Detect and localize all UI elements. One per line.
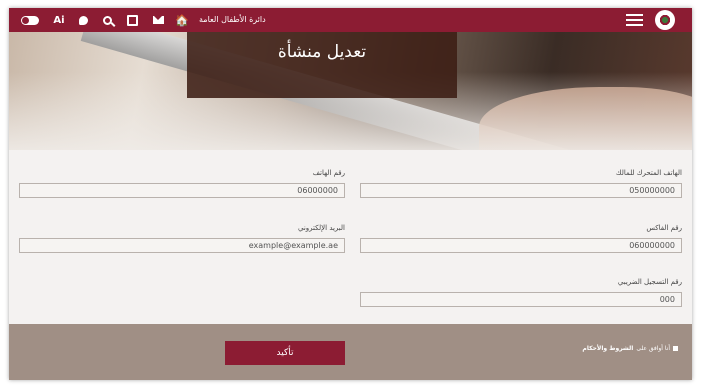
mail-icon[interactable] bbox=[150, 8, 166, 32]
terms-link[interactable]: الشروط والأحكام bbox=[582, 345, 633, 352]
email-input[interactable] bbox=[19, 238, 345, 253]
edit-facility-form: الهاتف المتحرك للمالك رقم الهاتف رقم الف… bbox=[9, 150, 692, 326]
search-icon[interactable] bbox=[99, 8, 115, 32]
app-frame: Ai 🏠 دائرة الأطفال العامة تعديل منشأة ال… bbox=[9, 8, 692, 380]
tax-label: رقم التسجيل الضريبي bbox=[617, 278, 682, 286]
tax-input[interactable] bbox=[360, 292, 682, 307]
mobile-input[interactable] bbox=[360, 183, 682, 198]
palette-icon[interactable] bbox=[75, 8, 91, 32]
phone-input[interactable] bbox=[19, 183, 345, 198]
confirm-button[interactable]: تأكيد bbox=[225, 341, 345, 365]
contrast-toggle-icon[interactable] bbox=[19, 8, 41, 32]
fax-label: رقم الفاكس bbox=[646, 224, 682, 232]
email-label: البريد الإلكتروني bbox=[298, 224, 345, 232]
page-title-box: تعديل منشأة bbox=[187, 32, 457, 98]
fax-input[interactable] bbox=[360, 238, 682, 253]
mobile-label: الهاتف المتحرك للمالك bbox=[615, 169, 682, 177]
site-title[interactable]: دائرة الأطفال العامة bbox=[199, 8, 266, 32]
form-footer: تأكيد أنا أوافق على الشروط والأحكام bbox=[9, 324, 692, 380]
ai-text-size-icon[interactable]: Ai bbox=[51, 8, 67, 32]
terms-checkbox[interactable] bbox=[673, 346, 678, 351]
terms-agreement: أنا أوافق على الشروط والأحكام bbox=[582, 345, 678, 352]
hamburger-menu-icon[interactable] bbox=[623, 8, 645, 32]
top-bar: Ai 🏠 دائرة الأطفال العامة bbox=[9, 8, 692, 32]
phone-label: رقم الهاتف bbox=[312, 169, 345, 177]
home-icon[interactable]: 🏠 bbox=[174, 8, 190, 32]
hero-banner: تعديل منشأة bbox=[9, 32, 692, 150]
logo[interactable] bbox=[655, 10, 675, 30]
page-title: تعديل منشأة bbox=[277, 42, 367, 62]
terms-prefix: أنا أوافق على bbox=[636, 345, 670, 352]
inbox-icon[interactable] bbox=[124, 8, 140, 32]
